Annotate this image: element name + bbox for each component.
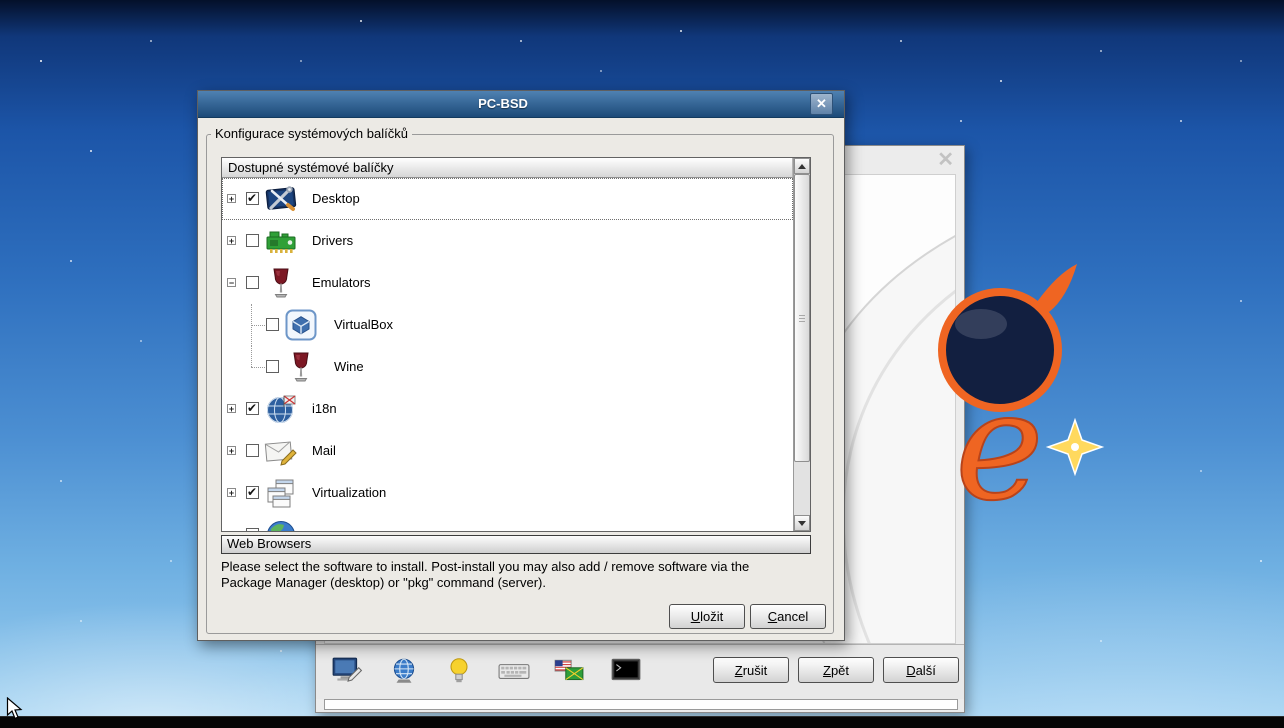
virtualization-icon bbox=[264, 476, 298, 510]
row-label: Mail bbox=[312, 443, 336, 458]
row-label: Desktop bbox=[312, 191, 360, 206]
wizard-cancel-button[interactable]: Zrušit bbox=[713, 657, 789, 683]
web-browsers-section[interactable]: Web Browsers bbox=[221, 535, 811, 554]
network-globe-icon bbox=[388, 655, 420, 687]
cancel-button[interactable]: Cancel bbox=[750, 604, 826, 629]
row-checkbox[interactable] bbox=[266, 318, 279, 331]
tree-row[interactable] bbox=[222, 514, 793, 531]
row-checkbox[interactable] bbox=[246, 444, 259, 457]
row-label: i18n bbox=[312, 401, 337, 416]
dialog-close-button[interactable]: ✕ bbox=[810, 93, 833, 115]
display-settings-icon bbox=[331, 655, 363, 687]
row-checkbox[interactable] bbox=[266, 360, 279, 373]
row-label: Drivers bbox=[312, 233, 354, 248]
row-checkbox[interactable] bbox=[246, 485, 259, 499]
drivers-icon bbox=[264, 224, 298, 258]
tree-row[interactable]: − Emulators bbox=[222, 262, 793, 304]
groupbox-label: Konfigurace systémových balíčků bbox=[211, 126, 412, 141]
packages-groupbox: Konfigurace systémových balíčků Dostupné… bbox=[206, 126, 834, 634]
scroll-up-button[interactable] bbox=[794, 158, 810, 174]
desktop-icon bbox=[264, 182, 298, 216]
progress-bar bbox=[324, 699, 958, 710]
description-line-1: Please select the software to install. P… bbox=[221, 559, 750, 574]
row-label: Virtualization bbox=[312, 485, 387, 500]
installer-toolbar: Zrušit Zpět Další bbox=[316, 644, 964, 699]
row-checkbox[interactable] bbox=[246, 234, 259, 247]
wine-icon bbox=[284, 350, 318, 384]
arrow-down-icon bbox=[798, 520, 806, 526]
tree-row[interactable]: + Drivers bbox=[222, 220, 793, 262]
desktop: ✕ Zrušit Zpět Další e PC-BSD ✕ Konfigura… bbox=[0, 0, 1284, 728]
locale-flags-icon bbox=[553, 655, 585, 687]
row-label: VirtualBox bbox=[334, 317, 394, 332]
expander-icon[interactable]: − bbox=[227, 278, 236, 288]
window-close-icon[interactable]: ✕ bbox=[937, 150, 954, 170]
tree-rows: + Desktop + Drivers bbox=[222, 178, 793, 531]
keyboard-icon bbox=[498, 655, 530, 687]
terminal-icon bbox=[610, 655, 642, 687]
taskbar[interactable] bbox=[0, 716, 1284, 728]
expander-icon[interactable]: + bbox=[227, 404, 236, 414]
row-checkbox[interactable] bbox=[246, 401, 259, 415]
expander-icon[interactable]: + bbox=[227, 488, 236, 498]
mail-icon bbox=[264, 434, 298, 468]
row-label: Emulators bbox=[312, 275, 371, 290]
row-checkbox[interactable] bbox=[246, 276, 259, 289]
expander-icon[interactable]: + bbox=[227, 236, 236, 246]
scrollbar-thumb[interactable] bbox=[794, 174, 810, 462]
virtualbox-icon bbox=[284, 308, 318, 342]
tree-row[interactable]: + Desktop bbox=[222, 178, 793, 220]
browser-icon bbox=[264, 518, 298, 531]
row-label: Wine bbox=[334, 359, 364, 374]
packages-tree: Dostupné systémové balíčky + Desktop + bbox=[221, 157, 811, 532]
tree-row[interactable]: VirtualBox bbox=[222, 304, 793, 346]
description-text: Please select the software to install. P… bbox=[221, 559, 813, 591]
save-button[interactable]: Uložit bbox=[669, 604, 745, 629]
row-checkbox[interactable] bbox=[246, 528, 259, 531]
dialog-titlebar[interactable]: PC-BSD ✕ bbox=[198, 91, 844, 118]
i18n-icon bbox=[264, 392, 298, 426]
tree-row[interactable]: Wine bbox=[222, 346, 793, 388]
stars-decoration bbox=[40, 60, 42, 62]
pcbsd-dialog: PC-BSD ✕ Konfigurace systémových balíčků… bbox=[197, 90, 845, 641]
wizard-back-button[interactable]: Zpět bbox=[798, 657, 874, 683]
tree-column-header[interactable]: Dostupné systémové balíčky bbox=[222, 158, 793, 178]
row-checkbox[interactable] bbox=[246, 191, 259, 205]
emulators-icon bbox=[264, 266, 298, 300]
expander-icon[interactable]: + bbox=[227, 194, 236, 204]
lightbulb-icon bbox=[443, 655, 475, 687]
tree-row[interactable]: + i18n bbox=[222, 388, 793, 430]
tree-row[interactable]: + Mail bbox=[222, 430, 793, 472]
scroll-down-button[interactable] bbox=[794, 515, 810, 531]
tree-row[interactable]: + Virtualization bbox=[222, 472, 793, 514]
dialog-title: PC-BSD bbox=[478, 96, 528, 111]
arrow-up-icon bbox=[798, 163, 806, 169]
vertical-scrollbar[interactable] bbox=[793, 158, 810, 531]
description-line-2: Package Manager (desktop) or "pkg" comma… bbox=[221, 575, 546, 590]
expander-icon[interactable]: + bbox=[227, 446, 236, 456]
wizard-next-button[interactable]: Další bbox=[883, 657, 959, 683]
